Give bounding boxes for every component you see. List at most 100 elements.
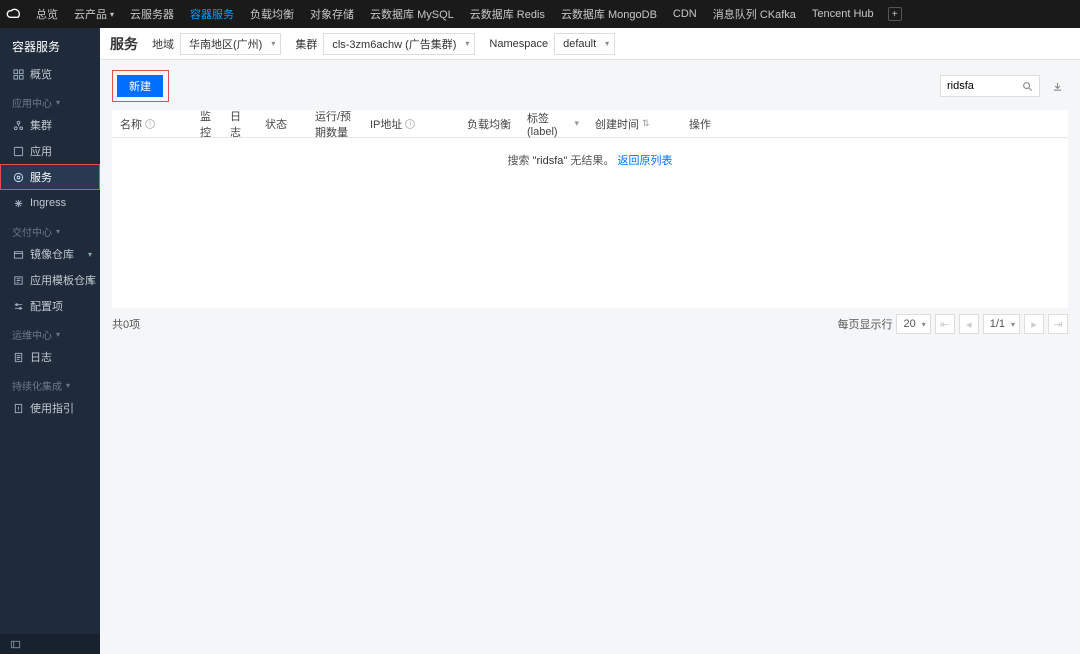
config-icon — [12, 300, 24, 312]
nav-products[interactable]: 云产品▾ — [66, 0, 122, 28]
namespace-select[interactable]: default▾ — [554, 33, 615, 55]
main-area: 服务 地域 华南地区(广州)▾ 集群 cls-3zm6achw (广告集群)▾ … — [100, 28, 1080, 654]
empty-state: 搜索 "ridsfa" 无结果。 返回原列表 — [112, 138, 1068, 308]
caret-down-icon: ▾ — [1011, 320, 1015, 329]
nav-cos[interactable]: 对象存储 — [302, 0, 362, 28]
sidebar-collapse-button[interactable] — [0, 634, 100, 654]
caret-down-icon: ▾ — [922, 320, 926, 329]
col-pods: 运行/预期数量 — [307, 108, 362, 140]
sidebar-item-config[interactable]: 配置项 — [0, 293, 100, 319]
cluster-icon — [12, 119, 24, 131]
cluster-label: 集群 — [295, 36, 317, 52]
sidebar-item-label: 使用指引 — [30, 400, 74, 416]
overview-icon — [12, 68, 24, 80]
sidebar-item-label: 镜像仓库 — [30, 246, 74, 262]
sidebar-section-app: 应用中心▾ — [0, 87, 100, 112]
nav-cdn[interactable]: CDN — [665, 0, 705, 28]
sort-icon: ⇅ — [642, 118, 650, 129]
top-nav: 总览 云产品▾ 云服务器 容器服务 负载均衡 对象存储 云数据库 MySQL 云… — [0, 0, 1080, 28]
empty-keyword: "ridsfa" — [533, 155, 568, 167]
col-name: 名称i — [112, 116, 192, 132]
col-status: 状态 — [257, 116, 307, 132]
highlight-box: 新建 — [112, 70, 169, 102]
page-title: 服务 — [110, 34, 138, 54]
sidebar-item-log[interactable]: 日志 — [0, 344, 100, 370]
ingress-icon — [12, 197, 24, 209]
sidebar-item-label: 应用 — [30, 143, 52, 159]
info-icon[interactable]: i — [405, 119, 415, 129]
chevron-down-icon: ▾ — [66, 381, 70, 390]
region-select[interactable]: 华南地区(广州)▾ — [180, 33, 281, 55]
search-input[interactable] — [940, 75, 1016, 97]
last-page-button[interactable]: ⇥ — [1048, 314, 1068, 334]
nav-add-button[interactable]: + — [888, 7, 902, 21]
search-button[interactable] — [1016, 75, 1040, 97]
sidebar-section-ops: 运维中心▾ — [0, 319, 100, 344]
pagination: 共0项 每页显示行 20▾ ⇤ ◂ 1/1▾ ▸ ⇥ — [112, 308, 1068, 336]
searchbox — [940, 75, 1068, 97]
sidebar-item-label: Ingress — [30, 197, 66, 209]
create-button[interactable]: 新建 — [117, 75, 163, 97]
col-log: 日志 — [222, 108, 257, 140]
sidebar: 容器服务 概览 应用中心▾ 集群 应用 服务 Ingress 交付中心▾ 镜像仓… — [0, 28, 100, 654]
sidebar-item-app[interactable]: 应用 — [0, 138, 100, 164]
content: 新建 名称i 监控 日志 状态 — [100, 60, 1080, 654]
namespace-label: Namespace — [489, 38, 548, 50]
per-page-select[interactable]: 20▾ — [896, 314, 930, 334]
sidebar-item-guide[interactable]: 使用指引 — [0, 395, 100, 421]
col-op: 操作 — [681, 116, 741, 132]
sidebar-item-label: 服务 — [30, 169, 52, 185]
cluster-select[interactable]: cls-3zm6achw (广告集群)▾ — [323, 33, 475, 55]
caret-down-icon: ▾ — [110, 10, 114, 19]
template-repo-icon — [12, 274, 24, 286]
page-select[interactable]: 1/1▾ — [983, 314, 1020, 334]
service-icon — [12, 171, 24, 183]
nav-tencent-hub[interactable]: Tencent Hub — [804, 0, 882, 28]
sidebar-section-deliver: 交付中心▾ — [0, 216, 100, 241]
first-page-button[interactable]: ⇤ — [935, 314, 955, 334]
sidebar-item-service[interactable]: 服务 — [0, 164, 100, 190]
return-to-list-link[interactable]: 返回原列表 — [617, 155, 672, 167]
download-button[interactable] — [1046, 75, 1068, 97]
toolbar: 新建 — [112, 70, 1068, 102]
next-page-button[interactable]: ▸ — [1024, 314, 1044, 334]
col-lb: 负载均衡 — [459, 116, 519, 132]
cloud-logo[interactable] — [0, 0, 28, 28]
nav-redis[interactable]: 云数据库 Redis — [462, 0, 553, 28]
info-icon[interactable]: i — [145, 119, 155, 129]
sidebar-item-template-repo[interactable]: 应用模板仓库 ▾ — [0, 267, 100, 293]
sidebar-item-label: 概览 — [30, 66, 52, 82]
nav-tke[interactable]: 容器服务 — [182, 0, 242, 28]
col-ctime[interactable]: 创建时间⇅ — [587, 116, 681, 132]
sidebar-item-label: 集群 — [30, 117, 52, 133]
col-label[interactable]: 标签(label)▾ — [519, 110, 587, 138]
total-count: 共0项 — [112, 316, 140, 332]
nav-mongodb[interactable]: 云数据库 MongoDB — [553, 0, 665, 28]
sidebar-item-cluster[interactable]: 集群 — [0, 112, 100, 138]
empty-prefix: 搜索 — [508, 155, 533, 167]
sidebar-item-overview[interactable]: 概览 — [0, 61, 100, 87]
sidebar-item-label: 日志 — [30, 349, 52, 365]
main-header: 服务 地域 华南地区(广州)▾ 集群 cls-3zm6achw (广告集群)▾ … — [100, 28, 1080, 60]
sidebar-item-image-repo[interactable]: 镜像仓库 ▾ — [0, 241, 100, 267]
chevron-down-icon: ▾ — [88, 250, 92, 259]
nav-cvm[interactable]: 云服务器 — [122, 0, 182, 28]
prev-page-button[interactable]: ◂ — [959, 314, 979, 334]
sidebar-item-ingress[interactable]: Ingress — [0, 190, 100, 216]
service-table: 名称i 监控 日志 状态 运行/预期数量 IP地址i 负载均衡 标签(label… — [112, 110, 1068, 308]
empty-mid: 无结果。 — [567, 155, 614, 167]
per-page-label: 每页显示行 — [837, 316, 892, 332]
nav-overview[interactable]: 总览 — [28, 0, 66, 28]
filter-icon: ▾ — [574, 118, 579, 129]
chevron-down-icon: ▾ — [56, 98, 60, 107]
chevron-down-icon: ▾ — [88, 276, 92, 285]
caret-down-icon: ▾ — [605, 39, 609, 48]
sidebar-item-label: 应用模板仓库 — [30, 272, 96, 288]
nav-clb[interactable]: 负载均衡 — [242, 0, 302, 28]
chevron-down-icon: ▾ — [56, 330, 60, 339]
nav-mysql[interactable]: 云数据库 MySQL — [362, 0, 462, 28]
sidebar-section-cicd: 持续化集成▾ — [0, 370, 100, 395]
log-icon — [12, 351, 24, 363]
nav-ckafka[interactable]: 消息队列 CKafka — [705, 0, 804, 28]
col-monitor: 监控 — [192, 108, 222, 140]
